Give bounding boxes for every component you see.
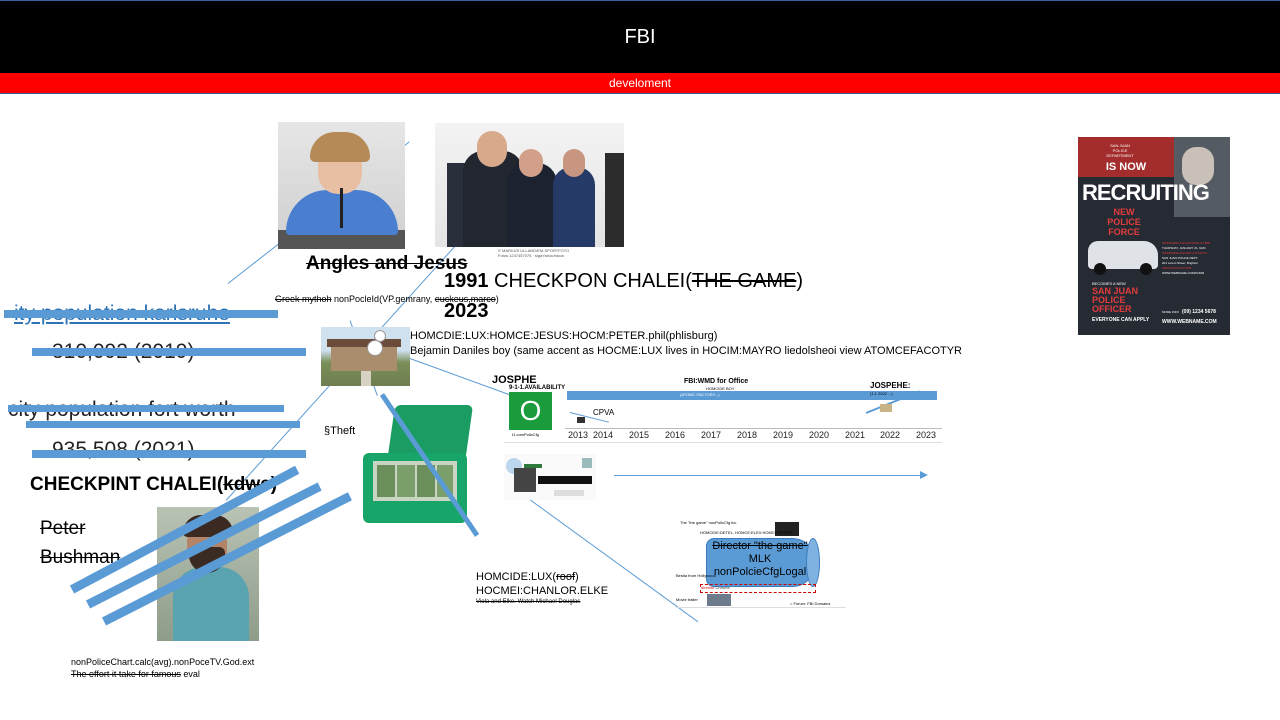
timeline-year: 2013 <box>568 430 589 440</box>
poster-details: INTERVIEW & EXAM DATE & TIME THURSDAY, J… <box>1162 241 1211 275</box>
timeline-year: 2020 <box>809 430 830 440</box>
mini-left-label: Bestia from Hollywood <box>676 573 716 578</box>
poster-everyone: EVERYONE CAN APPLY <box>1092 317 1150 323</box>
police-recruiting-poster: SAN JUAN POLICE DEPARTMENT IS NOW RECRUIT… <box>1078 137 1230 335</box>
year-2023: 2023 <box>444 300 489 322</box>
house-photo <box>321 327 410 386</box>
poster-phone: (09) 1234 5678 <box>1182 309 1216 315</box>
poster-sj-officer: SAN JUAN POLICE OFFICER <box>1092 286 1139 314</box>
photo-credit: © MARKUS ULLAND/EM-SPORTFOTO Fotos 124745… <box>498 248 570 258</box>
thumbnail-image <box>880 404 892 412</box>
mini-bottom-right: = Forum: FBI Domains <box>790 601 831 606</box>
strike-bar <box>4 310 278 318</box>
checkpon-heading: 1991 CHECKPON CHALEI(THE GAME) <box>444 270 803 292</box>
timeline-year: 2017 <box>701 430 722 440</box>
subtitle-bar: develoment <box>0 73 1280 94</box>
woman-portrait-photo <box>278 122 405 249</box>
jospehe-label: JOSPEHE: <box>870 381 911 390</box>
poster-new-police-force: NEW POLICE FORCE <box>1107 207 1141 237</box>
homicide-notes: HOMCDIE:LUX:HOMCE:JESUS:HOCM:PETER.phil(… <box>410 329 968 359</box>
strike-bar <box>26 421 300 428</box>
timeline-year: 2022 <box>880 430 901 440</box>
homicide-lux-block: HOMCIDE:LUX(roof) HOCMEI:CHANLOR.ELKE <box>476 570 608 598</box>
arrow-line <box>614 475 926 476</box>
screenshot-collage <box>504 454 596 500</box>
director-text: Director "the game" MLK nonPolcieCfgLoga… <box>712 540 808 578</box>
footer-line1: nonPoliceChart.calc(avg).nonPoceTV.God.e… <box>71 657 255 667</box>
slide-title-bar: FBI <box>0 0 1280 73</box>
poster-website: WWW.WEBNAME.COM <box>1162 319 1217 325</box>
person-silhouette-icon <box>374 330 386 342</box>
timeline-bar-text: (ATOMC FACTORY...) <box>680 392 720 397</box>
jospehe-sub: (1.1 2022 ...) <box>870 391 893 396</box>
thumbnail-image <box>707 594 731 606</box>
timeline-year: 2016 <box>665 430 686 440</box>
homicide-lux-line: HOMCIDE:LUX(roof) <box>476 571 579 583</box>
strike-bar <box>32 348 306 356</box>
mini-diagram-line: HOMCIDE:DETEL, HOMCE:ELEX:HOMCE:PETER <box>700 530 792 535</box>
chanlor-line: HOCMEI:CHANLOR.ELKE <box>476 585 609 597</box>
footer-line2: The effort it take for famous eval <box>71 669 200 679</box>
timeline-year: 2015 <box>629 430 650 440</box>
poster-dept: SAN JUAN POLICE DEPARTMENT <box>1106 143 1134 158</box>
footer-notes: nonPoliceChart.calc(avg).nonPoceTV.God.e… <box>71 656 254 680</box>
person-silhouette-icon <box>367 340 383 356</box>
person-name-line1: Peter <box>40 518 86 539</box>
o-logo: O <box>509 392 552 430</box>
timeline-axis <box>565 428 942 429</box>
divider <box>676 607 846 608</box>
logo-caption: t1.comPolicCfg <box>512 432 539 437</box>
strike-bar <box>32 450 306 458</box>
timeline-year: 2014 <box>593 430 614 440</box>
slide-subtitle: develoment <box>608 76 672 90</box>
timeline-header: FBI:WMD for Office <box>684 378 749 385</box>
cpva-label: CPVA <box>593 408 615 417</box>
timeline-year: 2021 <box>845 430 866 440</box>
checkpint-heading: CHECKPINT CHALEI(kdwe) <box>30 474 277 495</box>
homicide-line2: Bejamin Daniles boy (same accent as HOCM… <box>410 345 962 357</box>
small-struck-note: Viola and Elke. Watch Michael Douglas <box>476 599 581 605</box>
group-photo-men-in-suits <box>435 123 624 247</box>
strike-bar <box>8 405 284 412</box>
poster-contact: MORE INFO <box>1162 310 1179 314</box>
mini-bottom-left: Movie trailer <box>676 597 698 602</box>
timeline-year: 2019 <box>773 430 794 440</box>
mini-diagram-title: The "the game" nonPolicCfg.fcc <box>680 520 737 525</box>
poster-recruiting: RECRUITING <box>1082 180 1210 205</box>
availability-label: 9-1-1.AVAILABILITY <box>509 385 566 391</box>
arrow-head <box>920 471 928 479</box>
slide-title: FBI <box>624 26 656 48</box>
thumbnail-image <box>577 417 585 423</box>
theft-label: §Theft <box>324 425 356 437</box>
director-box: director Chrome <box>700 584 816 593</box>
timeline-year: 2023 <box>916 430 937 440</box>
timeline-axis-bottom <box>504 442 942 443</box>
timeline-year: 2018 <box>737 430 758 440</box>
homicide-line1: HOMCDIE:LUX:HOMCE:JESUS:HOCM:PETER.phil(… <box>410 330 718 342</box>
poster-is-now: IS NOW <box>1105 161 1147 173</box>
